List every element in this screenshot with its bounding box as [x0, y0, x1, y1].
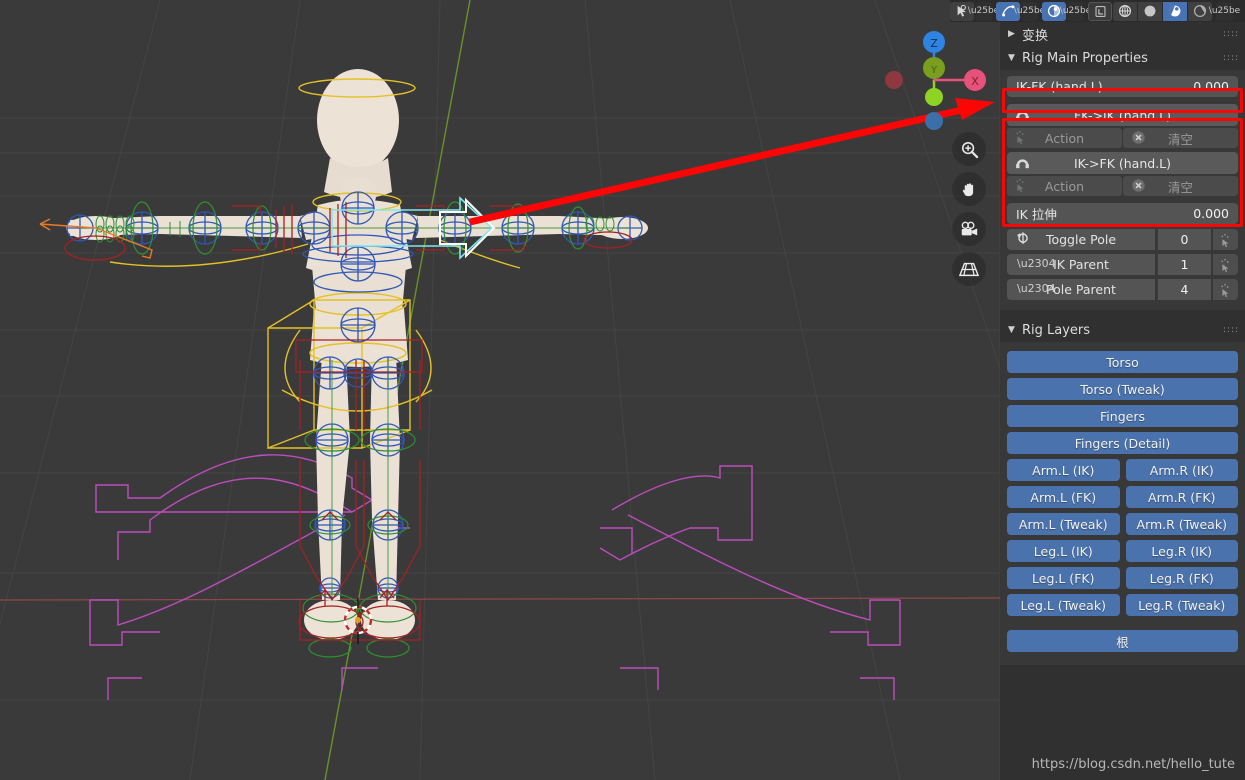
fk-to-ik-button[interactable]: FK->IK (hand.L)	[1007, 104, 1238, 126]
rig-layer-torso[interactable]: Torso	[1007, 351, 1238, 373]
pan-view-icon[interactable]	[952, 172, 986, 206]
gizmo-toggle-icon[interactable]	[1088, 1, 1112, 21]
animate-decorator-icon[interactable]	[1213, 254, 1238, 275]
rig-layer-torso-tweak[interactable]: Torso (Tweak)	[1007, 378, 1238, 400]
panel-title-rig-layers: Rig Layers	[1022, 322, 1091, 338]
fk-to-ik-clear-label: 清空	[1167, 131, 1193, 147]
rig-layer-arm-r-tweak[interactable]: Arm.R (Tweak)	[1125, 513, 1238, 535]
pole-parent-label: Pole Parent	[1046, 282, 1116, 297]
fk-to-ik-label: FK->IK (hand.L)	[1073, 107, 1172, 123]
layer-spacer	[1007, 621, 1238, 630]
n-panel-item-tab[interactable]: ▶ 变换 :::: ▼ Rig Main Properties :::: IK-…	[1000, 22, 1245, 780]
animate-decorator-icon	[1013, 177, 1029, 196]
fk-to-ik-action-label: Action	[1044, 130, 1085, 146]
annotation-arrow	[469, 98, 995, 226]
shading-solid-icon[interactable]	[1138, 1, 1162, 21]
zoom-view-icon[interactable]	[952, 132, 986, 166]
shading-material-preview-icon[interactable]	[1163, 1, 1187, 21]
panel-header-rig-layers[interactable]: ▼ Rig Layers ::::	[1000, 318, 1245, 342]
svg-text:Y: Y	[930, 65, 938, 76]
clear-x-icon	[1131, 178, 1146, 196]
rig-layer-arm-r-ik[interactable]: Arm.R (IK)	[1125, 459, 1238, 481]
snapping-chevron-down-icon[interactable]: \u25be	[1060, 1, 1091, 21]
toggle-pole-button[interactable]: Toggle Pole	[1007, 229, 1155, 250]
grip-icon[interactable]: ::::	[1223, 325, 1238, 334]
view-axis-gizmo[interactable]: Z Y X	[880, 28, 988, 133]
shading-chevron-down-icon[interactable]: \u25be	[1209, 1, 1240, 21]
rig-layer-arm-l-ik[interactable]: Arm.L (IK)	[1007, 459, 1120, 481]
ik-to-fk-action-field[interactable]: Action	[1007, 176, 1122, 196]
svg-text:X: X	[971, 75, 979, 88]
camera-view-icon[interactable]	[952, 212, 986, 246]
toggle-pole-value[interactable]: 0	[1157, 229, 1211, 250]
rig-layer-arm-l-fk[interactable]: Arm.L (FK)	[1007, 486, 1120, 508]
watermark-url: https://blog.csdn.net/hello_tute	[1031, 757, 1235, 772]
header-toolbar[interactable]: \u25be \u25be \u25be \u25be	[950, 0, 1245, 22]
fk-to-ik-clear-button[interactable]: 清空	[1123, 128, 1238, 148]
rig-layers-body: Torso Torso (Tweak) Fingers Fingers (Det…	[1000, 342, 1245, 665]
rig-layer-leg-r-tweak[interactable]: Leg.R (Tweak)	[1125, 594, 1238, 616]
rig-main-body: IK-FK (hand.L) 0.000 FK->IK (hand.L) Act…	[1000, 70, 1245, 310]
pose-options-chevron-down-icon[interactable]: \u25be	[1014, 1, 1045, 21]
ik-stretch-label: IK 拉伸	[1016, 207, 1057, 222]
panel-title-transform: 变换	[1022, 28, 1049, 44]
ik-parent-value[interactable]: 1	[1157, 254, 1211, 275]
clear-x-icon	[1131, 130, 1146, 148]
panel-title-rig-main: Rig Main Properties	[1022, 50, 1148, 66]
ik-to-fk-button[interactable]: IK->FK (hand.L)	[1007, 152, 1238, 174]
svg-text:Z: Z	[930, 37, 938, 50]
rig-layer-arm-r-fk[interactable]: Arm.R (FK)	[1125, 486, 1238, 508]
rig-layer-leg-r-ik[interactable]: Leg.R (IK)	[1125, 540, 1238, 562]
panel-header-transform[interactable]: ▶ 变换 ::::	[1000, 22, 1245, 46]
transform-expand-triangle-icon[interactable]: ▶	[1008, 29, 1022, 39]
chevron-down-icon: \u2304	[1017, 257, 1056, 270]
shading-mode-group[interactable]	[1113, 1, 1212, 21]
rig-layer-fingers[interactable]: Fingers	[1007, 405, 1238, 427]
rig-layer-leg-l-fk[interactable]: Leg.L (FK)	[1007, 567, 1120, 589]
ikfk-slider[interactable]: IK-FK (hand.L) 0.000	[1007, 76, 1238, 97]
rig-main-expand-triangle-icon[interactable]: ▼	[1008, 53, 1022, 63]
snap-magnet-icon	[1014, 106, 1031, 126]
rig-layer-arm-l-tweak[interactable]: Arm.L (Tweak)	[1007, 513, 1120, 535]
3d-viewport[interactable]: Z Y X	[0, 0, 1000, 780]
toggle-pole-icon	[1015, 231, 1031, 250]
ik-stretch-slider[interactable]: IK 拉伸 0.000	[1007, 203, 1238, 224]
chevron-down-icon: \u2304	[1017, 282, 1056, 295]
rig-layer-leg-l-tweak[interactable]: Leg.L (Tweak)	[1007, 594, 1120, 616]
pole-parent-dropdown[interactable]: \u2304 Pole Parent	[1007, 279, 1155, 300]
rig-layer-fingers-detail[interactable]: Fingers (Detail)	[1007, 432, 1238, 454]
ik-to-fk-clear-button[interactable]: 清空	[1123, 176, 1238, 196]
animate-decorator-icon[interactable]	[1213, 279, 1238, 300]
object-mode-chevron-down-icon[interactable]: \u25be	[968, 1, 999, 21]
rig-layer-leg-l-ik[interactable]: Leg.L (IK)	[1007, 540, 1120, 562]
toggle-perspective-icon[interactable]	[952, 252, 986, 286]
ik-to-fk-clear-label: 清空	[1167, 179, 1193, 195]
ik-stretch-value: 0.000	[1193, 206, 1229, 221]
blender-window: Z Y X \u25be \u25be \u25be \u25be ▶ 变换:…	[0, 0, 1245, 780]
ik-parent-label: IK Parent	[1053, 257, 1109, 272]
fk-to-ik-action-field[interactable]: Action	[1007, 128, 1122, 148]
panel-header-rig-main[interactable]: ▼ Rig Main Properties ::::	[1000, 46, 1245, 70]
grip-icon[interactable]: ::::	[1223, 53, 1238, 62]
ikfk-label: IK-FK (hand.L)	[1016, 79, 1103, 94]
shading-wireframe-icon[interactable]	[1113, 1, 1137, 21]
rig-layer-leg-r-fk[interactable]: Leg.R (FK)	[1125, 567, 1238, 589]
animate-decorator-icon[interactable]	[1213, 229, 1238, 250]
rig-layer-root[interactable]: 根	[1007, 630, 1238, 652]
animate-decorator-icon	[1013, 129, 1029, 148]
toggle-pole-label: Toggle Pole	[1045, 232, 1117, 247]
ik-parent-dropdown[interactable]: \u2304 IK Parent	[1007, 254, 1155, 275]
pole-parent-value[interactable]: 4	[1157, 279, 1211, 300]
snap-magnet-icon	[1014, 154, 1031, 174]
ik-to-fk-action-label: Action	[1044, 178, 1085, 194]
grip-icon[interactable]: ::::	[1223, 29, 1238, 38]
ikfk-value: 0.000	[1193, 79, 1229, 94]
rig-layers-expand-triangle-icon[interactable]: ▼	[1008, 325, 1022, 335]
ik-to-fk-label: IK->FK (hand.L)	[1073, 155, 1172, 171]
